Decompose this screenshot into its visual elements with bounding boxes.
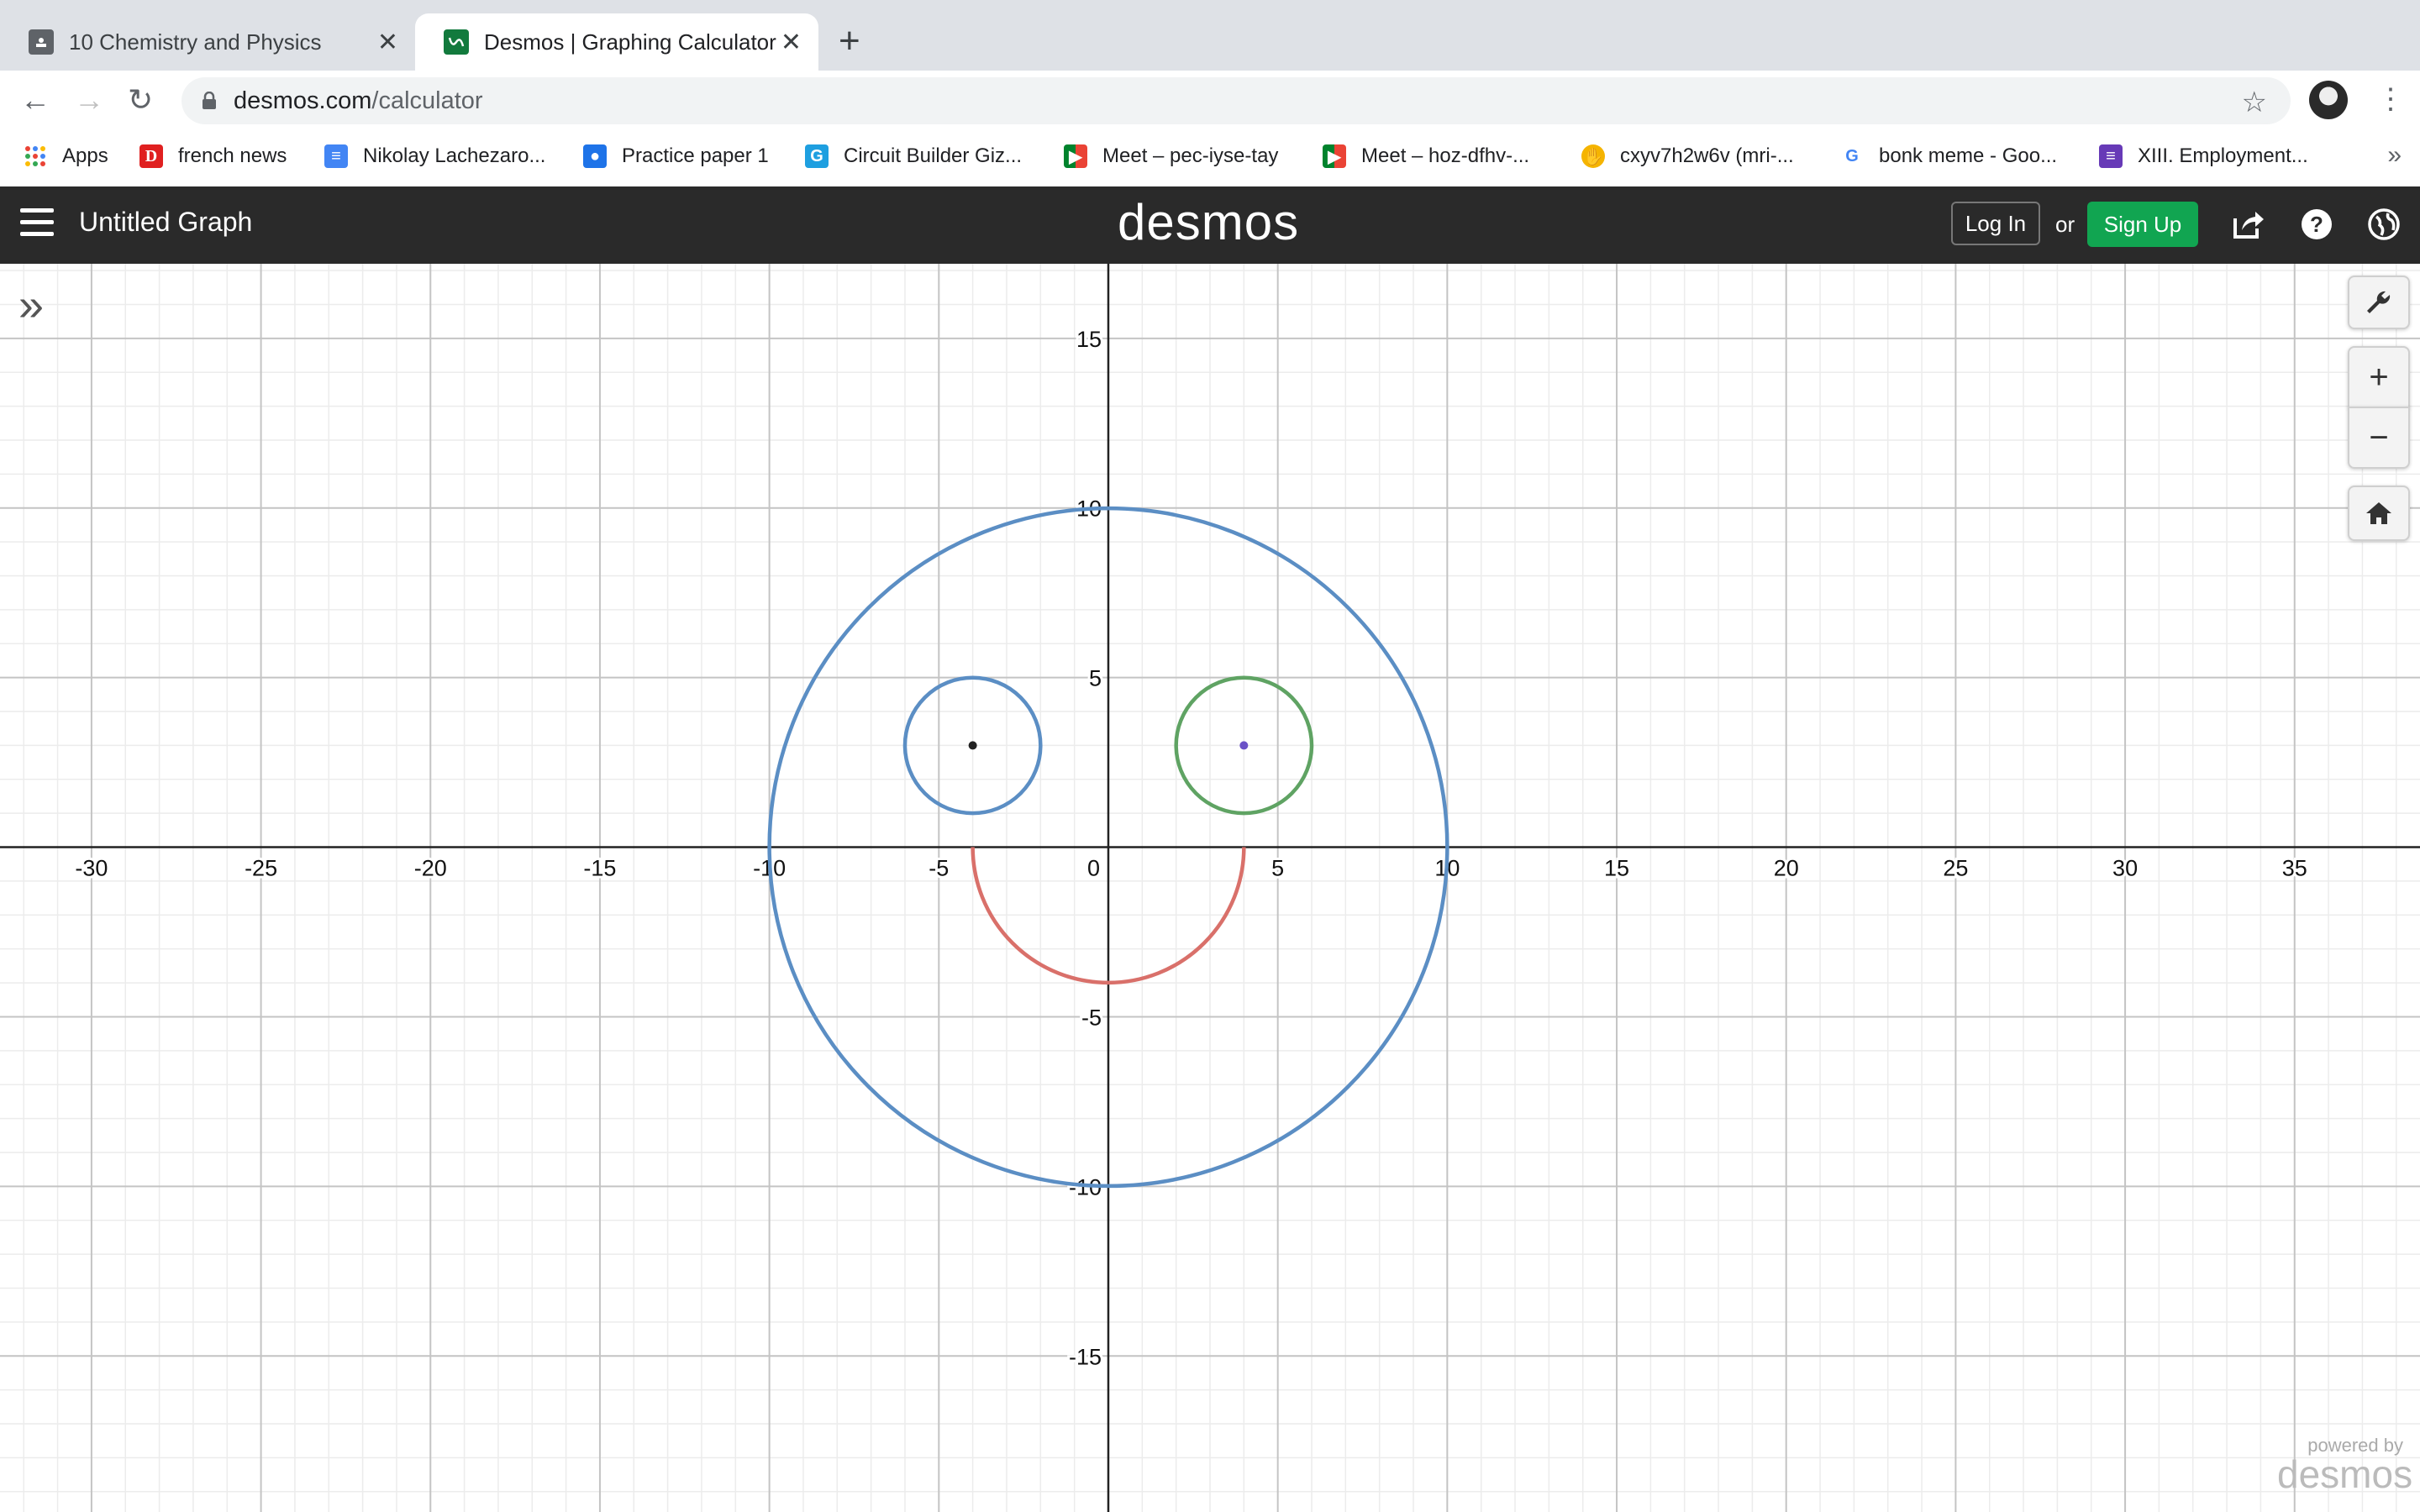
x-tick-label: -25 (245, 856, 277, 881)
minor-gridlines (0, 264, 2420, 1512)
bookmark-bonk-meme[interactable]: G bonk meme - Goo... (1840, 144, 2057, 168)
bookmark-label: french news (178, 144, 287, 167)
bookmark-cxyv[interactable]: ✋ cxyv7h2w6v (mri-... (1581, 144, 1794, 168)
tab-title: 10 Chemistry and Physics (69, 29, 322, 55)
y-tick-label: 5 (1089, 666, 1102, 691)
x-tick-label: -20 (414, 856, 447, 881)
graph-settings-button[interactable] (2348, 276, 2410, 329)
powered-by-logo: desmos (2277, 1452, 2413, 1496)
docs-icon: ≡ (324, 144, 348, 168)
url-host: desmos.com (234, 87, 372, 114)
expand-expressions-icon[interactable]: » (18, 282, 44, 328)
zoom-out-button[interactable]: − (2348, 407, 2410, 469)
g-letter-icon: G (805, 144, 829, 168)
point (968, 741, 977, 750)
bookmark-star-icon[interactable]: ☆ (2242, 86, 2267, 119)
y-tick-label: -15 (1069, 1344, 1102, 1369)
x-tick-label: 30 (2112, 856, 2138, 881)
bookmark-meet-1[interactable]: ▶ Meet – pec-iyse-tay (1064, 144, 1278, 168)
desmos-header: Untitled Graph desmos Log In or Sign Up … (0, 186, 2420, 264)
browser-menu-icon[interactable]: ⋮ (2376, 82, 2405, 116)
default-viewport-button[interactable] (2348, 486, 2410, 541)
home-icon (2366, 502, 2391, 524)
x-tick-label: 20 (1774, 856, 1799, 881)
back-arrow-icon[interactable]: ← (20, 82, 50, 118)
reload-icon[interactable]: ↻ (128, 82, 153, 118)
x-tick-label: -15 (583, 856, 616, 881)
y-tick-label: -5 (1081, 1005, 1102, 1030)
bookmark-employment[interactable]: ≡ XIII. Employment... (2099, 144, 2308, 168)
tab-chemistry-physics[interactable]: 10 Chemistry and Physics ✕ (0, 13, 415, 71)
meet-icon: ▶ (1064, 144, 1087, 168)
forms-icon: ≡ (2099, 144, 2123, 168)
classroom-icon: ● (583, 144, 607, 168)
minus-icon: − (2369, 418, 2389, 456)
google-icon: G (1840, 144, 1864, 168)
desmos-logo: desmos (1118, 194, 1300, 250)
x-tick-label: 0 (1087, 856, 1100, 881)
bookmark-label: Apps (62, 144, 108, 167)
bookmarks-bar: Apps D french news ≡ Nikolay Lachezaro..… (0, 131, 2420, 187)
bookmark-french-news[interactable]: D french news (139, 144, 287, 168)
meet-icon: ▶ (1323, 144, 1346, 168)
apps-grid-icon (24, 144, 47, 168)
bookmark-label: Meet – hoz-dfhv-... (1361, 144, 1530, 167)
or-text: or (2055, 212, 2075, 237)
forward-arrow-icon[interactable]: → (74, 82, 104, 118)
zoom-in-button[interactable]: + (2348, 346, 2410, 408)
bookmark-label: cxyv7h2w6v (mri-... (1620, 144, 1794, 167)
help-icon[interactable]: ? (2299, 207, 2334, 242)
profile-avatar[interactable] (2309, 81, 2348, 119)
x-tick-label: 15 (1604, 856, 1629, 881)
svg-text:?: ? (2310, 212, 2323, 237)
tab-title: Desmos | Graphing Calculator (484, 29, 776, 55)
bookmark-meet-2[interactable]: ▶ Meet – hoz-dfhv-... (1323, 144, 1529, 168)
bookmark-label: XIII. Employment... (2138, 144, 2308, 167)
globe-icon[interactable] (2366, 207, 2402, 242)
graph-title[interactable]: Untitled Graph (79, 207, 252, 238)
bookmark-apps[interactable]: Apps (24, 144, 108, 168)
graph-canvas[interactable]: 0-30 -25 -20 -15 -10 -5 5 10 15 20 25 30 3515105-5-1… (0, 264, 2420, 1512)
close-tab-icon[interactable]: ✕ (781, 28, 802, 57)
bookmark-circuit-builder[interactable]: G Circuit Builder Giz... (805, 144, 1022, 168)
powered-by-desmos[interactable]: powered by desmos (2277, 1435, 2413, 1497)
bookmark-label: bonk meme - Goo... (1879, 144, 2058, 167)
plus-icon: + (2369, 358, 2389, 396)
bookmark-nikolay[interactable]: ≡ Nikolay Lachezaro... (324, 144, 545, 168)
x-tick-label: 5 (1271, 856, 1284, 881)
browser-toolbar: ← → ↻ desmos.com/calculator ☆ ⋮ (0, 71, 2420, 131)
browser-tab-strip: 10 Chemistry and Physics ✕ Desmos | Grap… (0, 0, 2420, 71)
hand-icon: ✋ (1581, 144, 1605, 168)
more-bookmarks-icon[interactable]: » (2387, 141, 2402, 170)
x-tick-label: 35 (2282, 856, 2307, 881)
x-tick-label: -30 (75, 856, 108, 881)
y-tick-label: 15 (1076, 327, 1102, 352)
wrench-icon (2367, 291, 2391, 313)
bookmark-label: Nikolay Lachezaro... (363, 144, 546, 167)
x-tick-label: 25 (1943, 856, 1968, 881)
bookmark-label: Circuit Builder Giz... (844, 144, 1023, 167)
desmos-favicon-icon (444, 29, 469, 55)
classroom-favicon-icon (29, 29, 54, 55)
lock-icon (203, 92, 216, 109)
bookmark-practice-paper[interactable]: ● Practice paper 1 (583, 144, 769, 168)
close-tab-icon[interactable]: ✕ (377, 28, 398, 57)
bookmark-label: Meet – pec-iyse-tay (1102, 144, 1279, 167)
bookmark-label: Practice paper 1 (622, 144, 769, 167)
point (1239, 741, 1249, 750)
url-path: /calculator (371, 87, 483, 114)
d-letter-icon: D (139, 144, 163, 168)
new-tab-button[interactable]: + (839, 20, 860, 62)
hamburger-menu-icon[interactable] (20, 208, 54, 242)
x-tick-label: -5 (929, 856, 949, 881)
signup-button[interactable]: Sign Up (2087, 202, 2198, 247)
tab-desmos[interactable]: Desmos | Graphing Calculator ✕ (415, 13, 818, 71)
address-bar[interactable]: desmos.com/calculator ☆ (182, 77, 2291, 124)
login-button[interactable]: Log In (1951, 202, 2040, 245)
share-icon[interactable] (2230, 207, 2265, 242)
